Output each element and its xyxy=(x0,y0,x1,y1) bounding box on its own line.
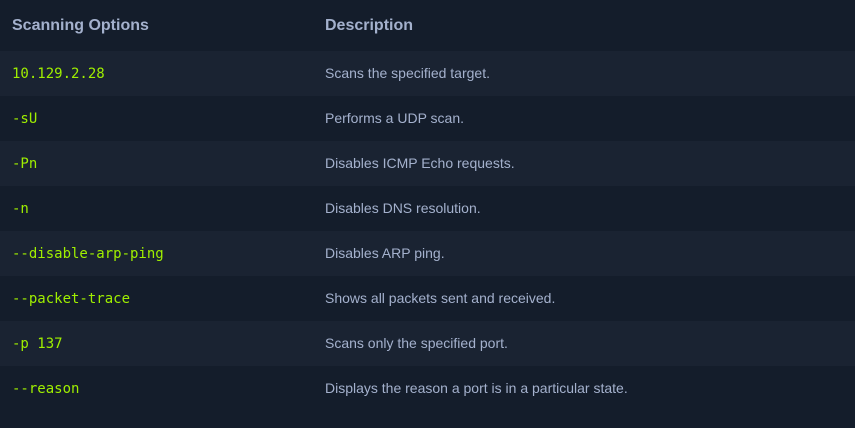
header-scanning-options: Scanning Options xyxy=(0,0,313,51)
table-row: --reason Displays the reason a port is i… xyxy=(0,366,855,411)
table-row: --packet-trace Shows all packets sent an… xyxy=(0,276,855,321)
option-cell: -n xyxy=(0,186,313,231)
description-cell: Performs a UDP scan. xyxy=(313,96,855,141)
option-cell: -p 137 xyxy=(0,321,313,366)
option-text: --reason xyxy=(12,380,80,397)
description-cell: Disables ICMP Echo requests. xyxy=(313,141,855,186)
option-cell: --packet-trace xyxy=(0,276,313,321)
description-cell: Scans the specified target. xyxy=(313,51,855,96)
scanning-options-table: Scanning Options Description 10.129.2.28… xyxy=(0,0,855,411)
description-cell: Displays the reason a port is in a parti… xyxy=(313,366,855,411)
description-text: Shows all packets sent and received. xyxy=(325,289,556,306)
table-header-row: Scanning Options Description xyxy=(0,0,855,51)
description-text: Scans only the specified port. xyxy=(325,334,508,351)
option-cell: --disable-arp-ping xyxy=(0,231,313,276)
option-cell: --reason xyxy=(0,366,313,411)
option-cell: -sU xyxy=(0,96,313,141)
option-cell: 10.129.2.28 xyxy=(0,51,313,96)
table-row: --disable-arp-ping Disables ARP ping. xyxy=(0,231,855,276)
option-text: -n xyxy=(12,200,29,217)
option-text: -p 137 xyxy=(12,335,63,352)
description-text: Disables ICMP Echo requests. xyxy=(325,154,515,171)
option-text: -sU xyxy=(12,110,38,127)
option-text: --packet-trace xyxy=(12,290,131,307)
table-row: -n Disables DNS resolution. xyxy=(0,186,855,231)
description-text: Disables ARP ping. xyxy=(325,244,445,261)
table-row: -p 137 Scans only the specified port. xyxy=(0,321,855,366)
header-description: Description xyxy=(313,0,855,51)
description-text: Displays the reason a port is in a parti… xyxy=(325,379,628,396)
description-text: Scans the specified target. xyxy=(325,64,490,81)
description-text: Disables DNS resolution. xyxy=(325,199,481,216)
description-cell: Disables ARP ping. xyxy=(313,231,855,276)
description-cell: Shows all packets sent and received. xyxy=(313,276,855,321)
description-text: Performs a UDP scan. xyxy=(325,109,465,126)
table-row: 10.129.2.28 Scans the specified target. xyxy=(0,51,855,96)
table-row: -sU Performs a UDP scan. xyxy=(0,96,855,141)
option-cell: -Pn xyxy=(0,141,313,186)
table-row: -Pn Disables ICMP Echo requests. xyxy=(0,141,855,186)
description-cell: Scans only the specified port. xyxy=(313,321,855,366)
description-cell: Disables DNS resolution. xyxy=(313,186,855,231)
option-text: --disable-arp-ping xyxy=(12,245,164,262)
option-text: -Pn xyxy=(12,155,38,172)
option-text: 10.129.2.28 xyxy=(12,65,105,82)
